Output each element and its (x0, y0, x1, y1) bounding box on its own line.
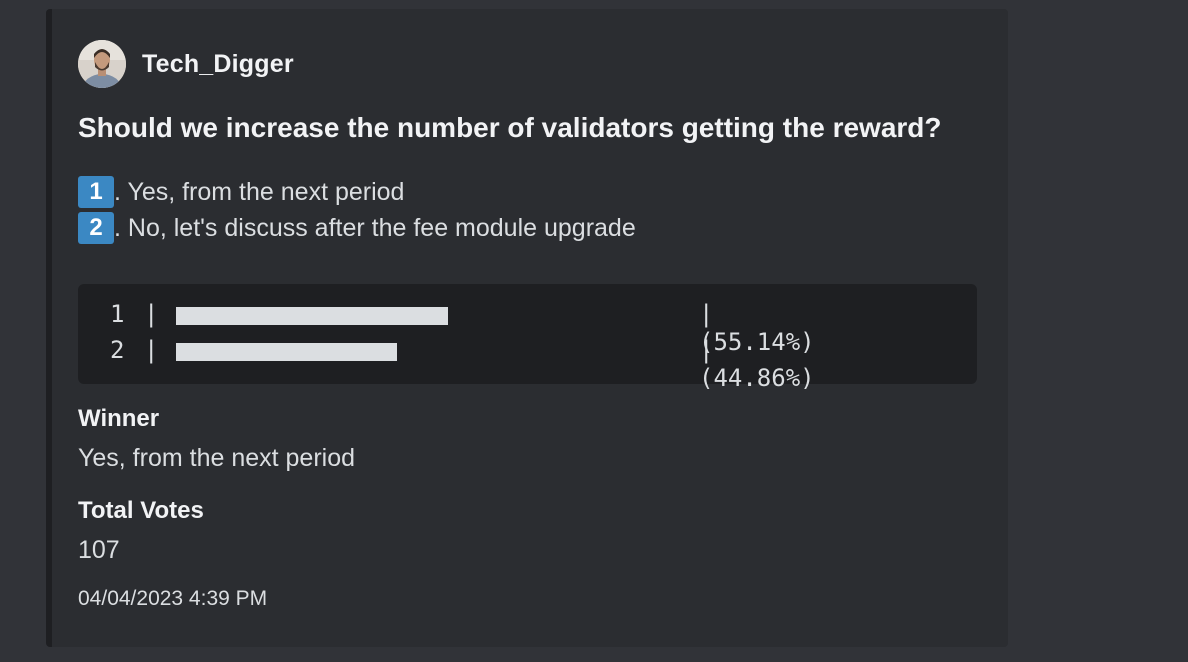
results-code-block: 1 | | (55.14%) 2 | | (44.86%) (78, 284, 977, 392)
winner-field-label: Winner (78, 405, 160, 432)
poll-option-2: 2 . No, let's discuss after the fee modu… (78, 212, 636, 244)
result-separator: | (144, 336, 159, 364)
result-percent: | (44.86%) (699, 336, 815, 392)
total-votes-field-label: Total Votes (78, 497, 204, 524)
poll-embed: Tech_Digger Should we increase the numbe… (46, 9, 1008, 647)
winner-field-value: Yes, from the next period (78, 444, 356, 472)
result-bar-fill (176, 343, 397, 361)
result-index: 1 (110, 300, 125, 328)
embed-timestamp: 04/04/2023 4:39 PM (78, 587, 268, 610)
poll-option-label: . Yes, from the next period (114, 177, 405, 206)
keycap-two-icon: 2 (78, 212, 114, 244)
embed-author: Tech_Digger (78, 40, 294, 88)
result-bar-track (176, 343, 681, 361)
result-bar-track (176, 307, 681, 325)
result-index: 2 (110, 336, 125, 364)
total-votes-field-value: 107 (78, 536, 120, 564)
author-name[interactable]: Tech_Digger (142, 50, 294, 79)
keycap-one-icon: 1 (78, 176, 114, 208)
result-separator: | (144, 300, 159, 328)
result-bar-fill (176, 307, 448, 325)
user-avatar-icon (78, 40, 126, 88)
poll-option-label: . No, let's discuss after the fee module… (114, 213, 636, 242)
poll-title: Should we increase the number of validat… (78, 112, 942, 143)
avatar[interactable] (78, 40, 126, 88)
poll-option-1: 1 . Yes, from the next period (78, 176, 404, 208)
